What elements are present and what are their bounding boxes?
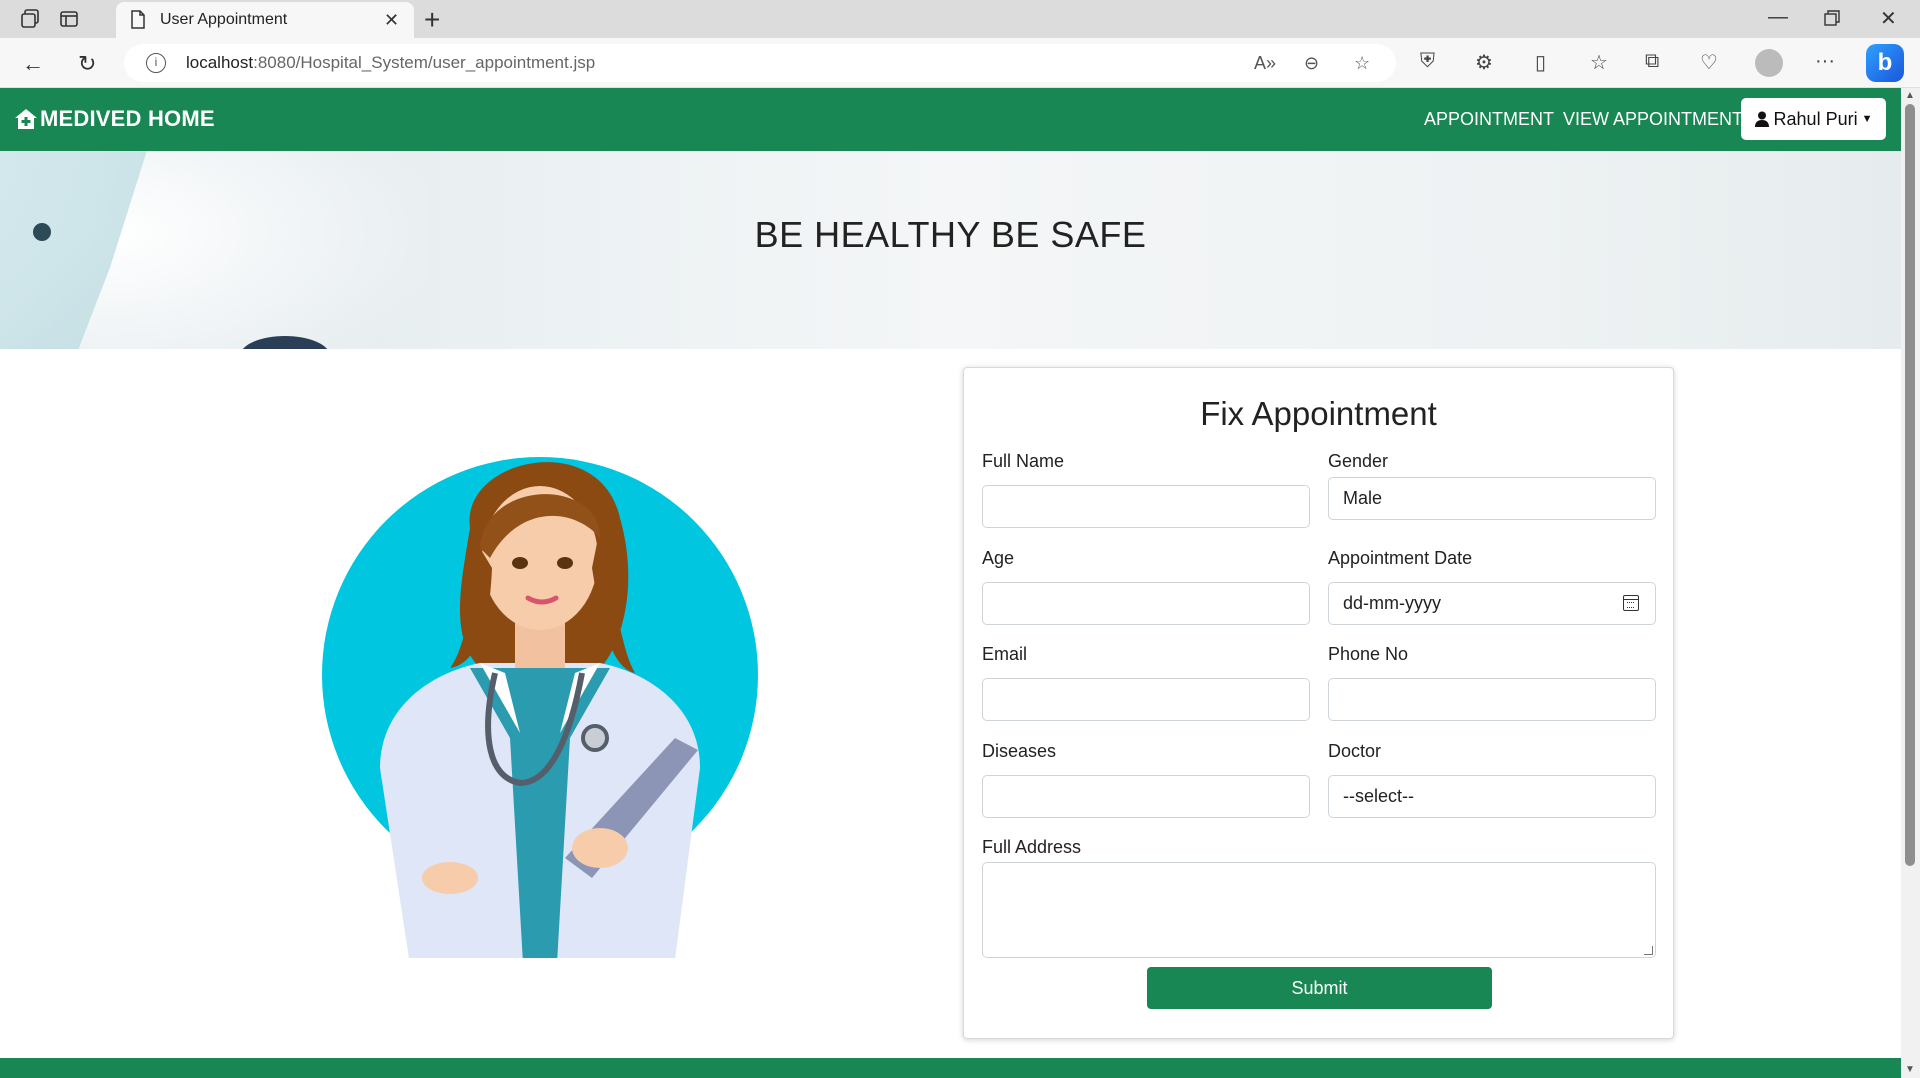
favorite-star-icon[interactable]: ☆ bbox=[1354, 53, 1370, 74]
user-name: Rahul Puri bbox=[1773, 108, 1858, 129]
diseases-input[interactable] bbox=[982, 775, 1310, 818]
favorites-icon[interactable]: ☆ bbox=[1590, 50, 1608, 75]
diseases-label: Diseases bbox=[982, 741, 1057, 761]
tab-title: User Appointment bbox=[160, 11, 288, 28]
url-text[interactable]: localhost:8080/Hospital_System/user_appo… bbox=[186, 53, 595, 73]
hero-headline: BE HEALTHY BE SAFE bbox=[754, 214, 1147, 255]
doctor-label: Doctor bbox=[1328, 741, 1382, 761]
hospital-home-icon bbox=[15, 109, 37, 129]
date-placeholder: dd-mm-yyyy bbox=[1343, 593, 1441, 613]
age-input[interactable] bbox=[982, 582, 1310, 625]
refresh-icon[interactable]: ↻ bbox=[78, 51, 96, 77]
nav-appointment-link[interactable]: APPOINTMENT bbox=[1424, 109, 1554, 130]
gender-label: Gender bbox=[1328, 451, 1389, 471]
doctor-illustration bbox=[322, 457, 758, 958]
user-dropdown-button[interactable]: Rahul Puri ▼ bbox=[1741, 98, 1886, 140]
split-screen-icon[interactable]: ▯ bbox=[1535, 50, 1546, 75]
submit-button[interactable]: Submit bbox=[1147, 967, 1492, 1009]
gender-input[interactable]: Male bbox=[1328, 477, 1656, 520]
read-aloud-icon[interactable]: A» bbox=[1254, 53, 1276, 74]
footer bbox=[0, 1058, 1901, 1078]
caret-down-icon: ▼ bbox=[1861, 113, 1873, 125]
hero-banner: BE HEALTHY BE SAFE bbox=[0, 151, 1901, 349]
scroll-up-icon[interactable]: ▲ bbox=[1905, 90, 1915, 101]
page-icon bbox=[131, 10, 145, 29]
browser-essentials-icon[interactable]: ♡ bbox=[1700, 50, 1718, 75]
profile-avatar-icon[interactable] bbox=[1755, 49, 1783, 77]
age-label: Age bbox=[982, 548, 1015, 568]
brand-link[interactable]: MEDIVED HOME bbox=[14, 106, 215, 132]
form-title: Fix Appointment bbox=[1200, 395, 1437, 432]
close-tab-icon[interactable]: ✕ bbox=[384, 10, 399, 31]
address-bar[interactable]: i localhost:8080/Hospital_System/user_ap… bbox=[124, 44, 1396, 82]
new-tab-icon[interactable]: + bbox=[424, 4, 440, 36]
minimize-icon[interactable]: — bbox=[1768, 6, 1788, 29]
workspaces-icon[interactable] bbox=[20, 8, 42, 30]
nav-view-appointment-link[interactable]: VIEW APPOINTMENT bbox=[1563, 109, 1743, 130]
brand-text: MEDIVED HOME bbox=[40, 106, 215, 131]
email-input[interactable] bbox=[982, 678, 1310, 721]
extensions-icon[interactable]: ⚙ bbox=[1475, 50, 1493, 75]
zoom-out-icon[interactable]: ⊖ bbox=[1304, 53, 1319, 74]
appointment-date-input[interactable]: dd-mm-yyyy bbox=[1328, 582, 1656, 625]
full-name-input[interactable] bbox=[982, 485, 1310, 528]
web-page: MEDIVED HOME APPOINTMENT VIEW APPOINTMEN… bbox=[0, 88, 1901, 1078]
appointment-date-label: Appointment Date bbox=[1328, 548, 1473, 568]
full-address-label: Full Address bbox=[982, 837, 1082, 857]
scrollbar-thumb[interactable] bbox=[1905, 104, 1915, 866]
user-icon bbox=[1754, 111, 1769, 127]
restore-icon[interactable] bbox=[1824, 10, 1840, 26]
scroll-down-icon[interactable]: ▼ bbox=[1905, 1064, 1915, 1075]
calendar-icon[interactable] bbox=[1623, 595, 1639, 611]
back-icon[interactable]: ← bbox=[22, 51, 44, 77]
doctor-select[interactable]: --select-- bbox=[1328, 775, 1656, 818]
full-address-textarea[interactable] bbox=[982, 862, 1656, 958]
email-label: Email bbox=[982, 644, 1028, 664]
navbar: MEDIVED HOME APPOINTMENT VIEW APPOINTMEN… bbox=[0, 88, 1901, 151]
full-name-label: Full Name bbox=[982, 451, 1065, 471]
collections-icon[interactable]: ⧉ bbox=[1645, 50, 1659, 73]
copilot-icon[interactable]: b bbox=[1866, 44, 1904, 82]
site-info-icon[interactable]: i bbox=[146, 53, 166, 73]
phone-label: Phone No bbox=[1328, 644, 1409, 664]
more-menu-icon[interactable]: ··· bbox=[1815, 50, 1835, 73]
shield-icon[interactable]: ⛨ bbox=[1420, 50, 1435, 73]
browser-tab-bar: User Appointment ✕ + — ✕ bbox=[0, 0, 1920, 38]
tab-actions-icon[interactable] bbox=[58, 8, 80, 30]
close-window-icon[interactable]: ✕ bbox=[1880, 6, 1897, 31]
browser-tab-active[interactable]: User Appointment ✕ bbox=[116, 2, 414, 38]
address-bar-row: ← ↻ i localhost:8080/Hospital_System/use… bbox=[0, 38, 1920, 88]
appointment-form-card: Fix Appointment Full Name Gender Male Ag… bbox=[963, 367, 1674, 1039]
resize-handle-icon[interactable] bbox=[1644, 946, 1653, 955]
phone-input[interactable] bbox=[1328, 678, 1656, 721]
